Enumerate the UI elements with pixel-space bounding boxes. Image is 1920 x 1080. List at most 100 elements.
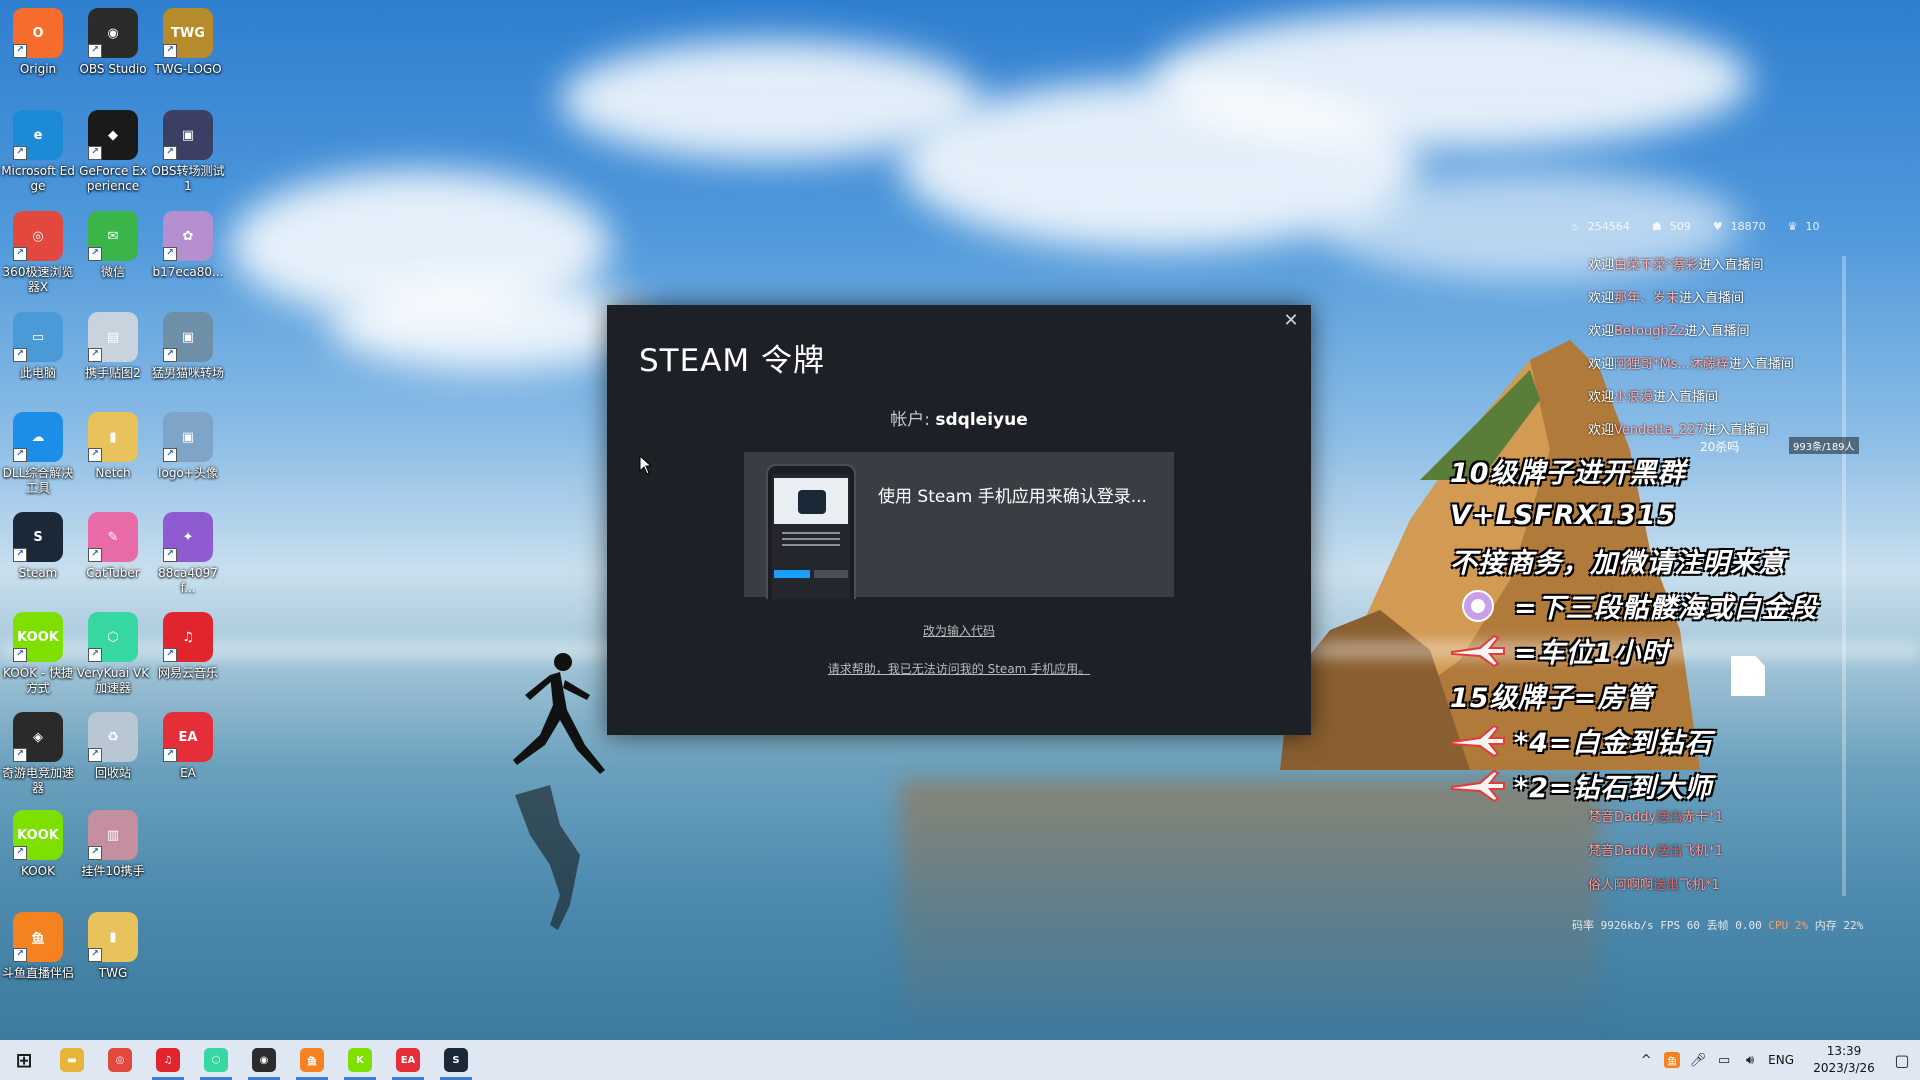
chat-suffix: 进入直播间 <box>1653 390 1719 405</box>
gift-username: 俗人阿啊啊 <box>1588 878 1654 893</box>
ea-icon: EA <box>396 1048 420 1072</box>
stat-value: 254564 <box>1587 220 1630 233</box>
desktop-icon[interactable]: S ↗ Steam <box>1 512 75 581</box>
desktop-icon[interactable]: EA ↗ EA <box>151 712 225 781</box>
desktop-icon[interactable]: ▥ ↗ 挂件10携手 <box>76 810 150 879</box>
app-icon: ▣ ↗ <box>163 110 213 160</box>
desktop-icon-label: OBS转场测试1 <box>151 164 225 193</box>
heart-icon: ♥ <box>1712 220 1723 233</box>
desktop-icon-label: logo+头像 <box>158 466 218 480</box>
douyu-tray-icon[interactable]: 鱼 <box>1664 1052 1681 1068</box>
desktop-icon-label: 网易云音乐 <box>157 666 218 680</box>
shortcut-arrow-icon: ↗ <box>88 44 102 58</box>
language-indicator[interactable]: ENG <box>1768 1053 1794 1067</box>
gift-username: 梵音Daddy <box>1588 844 1657 859</box>
help-link[interactable]: 请求帮助，我已无法访问我的 Steam 手机应用。 <box>607 660 1311 677</box>
shortcut-arrow-icon: ↗ <box>88 748 102 762</box>
clock-date: 2023/3/26 <box>1813 1061 1875 1075</box>
desktop-icon[interactable]: ▤ ↗ 携手贴图2 <box>76 312 150 381</box>
desktop-icon[interactable]: 鱼 ↗ 斗鱼直播伴侣 <box>1 912 75 981</box>
kook-button[interactable]: K <box>336 1040 384 1080</box>
desktop-icon[interactable]: ✉ ↗ 微信 <box>76 211 150 280</box>
desktop-icon[interactable]: KOOK ↗ KOOK - 快捷方式 <box>1 612 75 696</box>
chat-username: BetoughZz <box>1614 324 1685 339</box>
stat-value: 10 <box>1805 220 1820 233</box>
app-icon: ▥ ↗ <box>88 810 138 860</box>
chat-username: 白菜不菜*蔡彩 <box>1614 258 1699 273</box>
start-button[interactable]: ⊞ <box>0 1040 48 1080</box>
desktop-icon[interactable]: KOOK ↗ KOOK <box>1 810 75 879</box>
enter-code-link[interactable]: 改为输入代码 <box>607 622 1311 639</box>
stream-perf-line: 码率 9926kb/s FPS 60 丢帧 0.00 CPU 2% 内存 22% <box>1572 917 1863 933</box>
desktop-icon[interactable]: ▮ ↗ TWG <box>76 912 150 981</box>
browser-360-button[interactable]: ◎ <box>96 1040 144 1080</box>
chat-row: 欢迎BetoughZz进入直播间 <box>1588 320 1878 353</box>
desktop-icon[interactable]: e ↗ Microsoft Edge <box>1 110 75 194</box>
rock-reflection <box>900 780 1600 1040</box>
stat-value: 18870 <box>1730 220 1766 233</box>
app-icon: KOOK ↗ <box>13 612 63 662</box>
desktop-icon[interactable]: ▣ ↗ 猛男猫咪转场 <box>151 312 225 381</box>
shortcut-arrow-icon: ↗ <box>163 348 177 362</box>
steam-button[interactable]: S <box>432 1040 480 1080</box>
volume-icon[interactable]: 🔊︎ <box>1742 1052 1758 1068</box>
shortcut-arrow-icon: ↗ <box>163 648 177 662</box>
desktop-icon[interactable]: ▣ ↗ OBS转场测试1 <box>151 110 225 194</box>
shortcut-arrow-icon: ↗ <box>163 146 177 160</box>
desktop-icon[interactable]: ♻ ↗ 回收站 <box>76 712 150 781</box>
notification-icon[interactable]: ▢ <box>1894 1051 1910 1070</box>
app-icon: ✿ ↗ <box>163 211 213 261</box>
desktop-icon[interactable]: ◈ ↗ 奇游电竞加速器 <box>1 712 75 796</box>
kook-icon: K <box>348 1048 372 1072</box>
clock[interactable]: 13:39 2023/3/26 <box>1804 1043 1884 1077</box>
desktop-icon[interactable]: ▮ ↗ Netch <box>76 412 150 481</box>
app-icon: e ↗ <box>13 110 63 160</box>
desktop-icon[interactable]: ◉ ↗ OBS Studio <box>76 8 150 77</box>
verykuai-button[interactable]: ⬡ <box>192 1040 240 1080</box>
document-icon <box>1731 656 1765 696</box>
chat-row: 欢迎小浪漫进入直播间 <box>1588 386 1878 419</box>
app-icon: ✦ ↗ <box>163 512 213 562</box>
network-icon[interactable]: ▭ <box>1716 1052 1732 1068</box>
close-icon[interactable]: ✕ <box>1281 311 1301 331</box>
file-explorer-button[interactable]: ▬ <box>48 1040 96 1080</box>
chat-row: 欢迎白菜不菜*蔡彩进入直播间 <box>1588 254 1878 287</box>
desktop-icon[interactable]: ▣ ↗ logo+头像 <box>151 412 225 481</box>
ea-button[interactable]: EA <box>384 1040 432 1080</box>
obs-button[interactable]: ◉ <box>240 1040 288 1080</box>
desktop-icon[interactable]: ◎ ↗ 360极速浏览器X <box>1 211 75 295</box>
file-explorer-icon: ▬ <box>60 1048 84 1072</box>
desktop-icon[interactable]: O ↗ Origin <box>1 8 75 77</box>
steam-guard-dialog: ✕ STEAM 令牌 帐户: sdqleiyue 使用 Steam 手机应用来确… <box>607 305 1311 735</box>
chat-username: 阿狸哥*Ms...沐藤梓 <box>1614 357 1729 372</box>
chat-prefix: 欢迎 <box>1588 390 1615 405</box>
douyu-button[interactable]: 鱼 <box>288 1040 336 1080</box>
desktop-icon[interactable]: ☁ ↗ DLL综合解决工具 <box>1 412 75 496</box>
desktop-wallpaper: O ↗ Origin ◉ ↗ OBS Studio TWG ↗ TWG-LOGO e ↗ Micros… <box>0 0 1920 1040</box>
desktop-icon[interactable]: ✿ ↗ b17eca80... <box>151 211 225 280</box>
rank-badge-icon <box>1450 589 1506 623</box>
microphone-icon[interactable]: 🎤︎ <box>1690 1052 1707 1068</box>
desktop-icon[interactable]: ✎ ↗ CatTuber <box>76 512 150 581</box>
phone-illustration-icon <box>766 464 856 599</box>
app-icon: ✎ ↗ <box>88 512 138 562</box>
desktop-icon[interactable]: TWG ↗ TWG-LOGO <box>151 8 225 77</box>
desktop-icon[interactable]: ♫ ↗ 网易云音乐 <box>151 612 225 681</box>
app-icon: ◆ ↗ <box>88 110 138 160</box>
chat-suffix: 进入直播间 <box>1679 291 1745 306</box>
desktop-icon[interactable]: ⬡ ↗ VeryKuai VK加速器 <box>76 612 150 696</box>
netease-music-button[interactable]: ♫ <box>144 1040 192 1080</box>
desktop-icon-label: 携手贴图2 <box>85 366 141 380</box>
gift-item: 飞机*1 <box>1682 844 1723 859</box>
chat-prefix: 欢迎 <box>1588 357 1615 372</box>
desktop-icon-label: OBS Studio <box>79 62 147 76</box>
chat-username: Vendetta_227 <box>1614 423 1704 438</box>
desktop-icon[interactable]: ◆ ↗ GeForce Experience <box>76 110 150 194</box>
chevron-up-icon[interactable]: ^ <box>1638 1052 1654 1068</box>
shortcut-arrow-icon: ↗ <box>88 146 102 160</box>
start-icon: ⊞ <box>15 1048 33 1072</box>
desktop-icon-label: 88ca4097f... <box>158 566 218 595</box>
desktop-icon[interactable]: ▭ ↗ 此电脑 <box>1 312 75 381</box>
desktop-icon-label: 360极速浏览器X <box>2 265 74 294</box>
desktop-icon[interactable]: ✦ ↗ 88ca4097f... <box>151 512 225 596</box>
